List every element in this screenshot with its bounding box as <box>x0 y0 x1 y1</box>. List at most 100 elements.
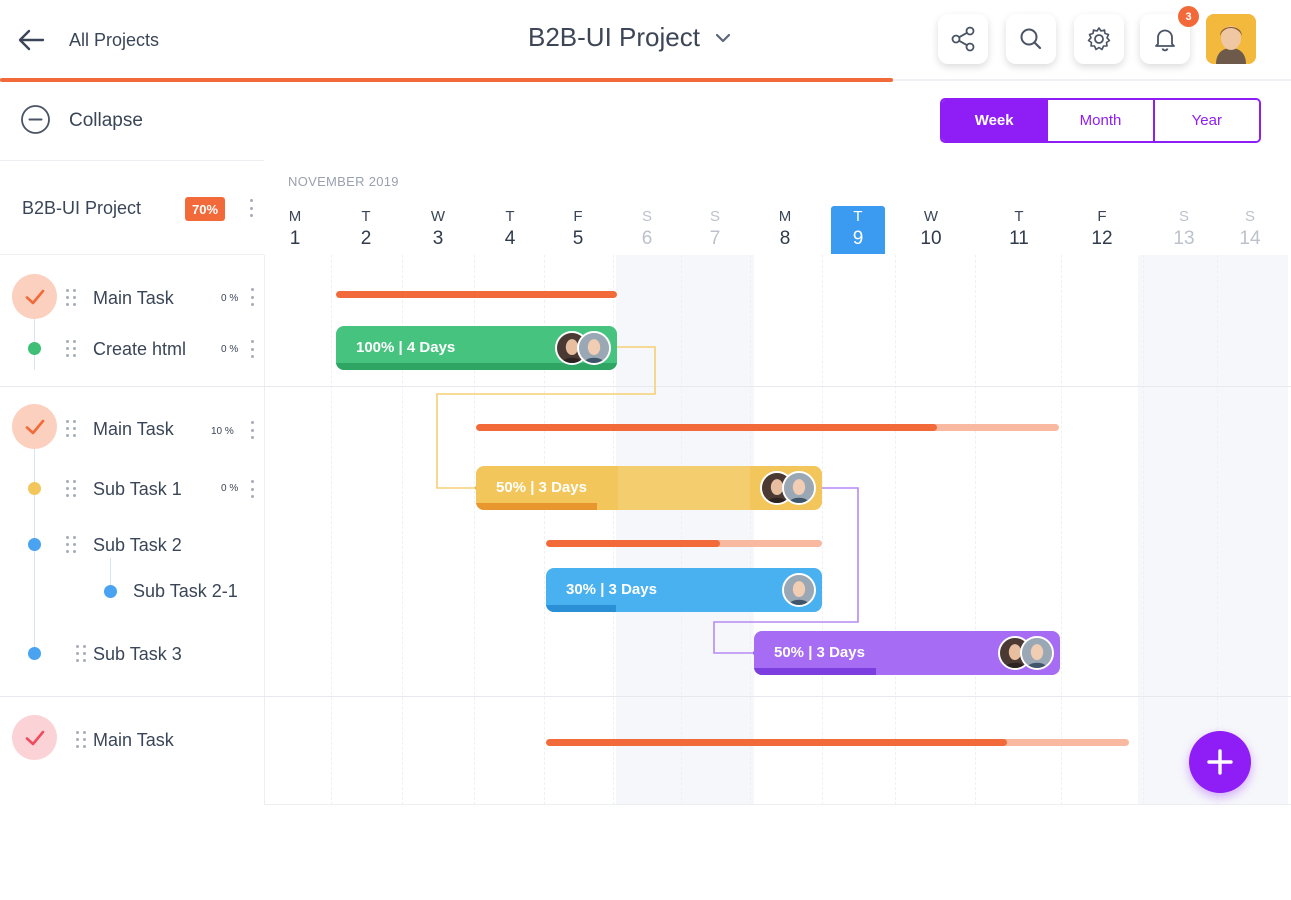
day-letter: F <box>573 208 583 225</box>
drag-handle-icon[interactable] <box>66 340 76 358</box>
task-name[interactable]: Sub Task 3 <box>93 644 182 665</box>
day-letter: W <box>430 208 446 225</box>
back-arrow-icon[interactable] <box>16 26 46 54</box>
add-task-button[interactable] <box>1189 731 1251 793</box>
drag-handle-icon[interactable] <box>66 289 76 307</box>
user-avatar[interactable] <box>1206 14 1256 64</box>
day-column-header[interactable]: M1 <box>268 206 322 254</box>
day-number: 6 <box>641 228 653 249</box>
bar-progress <box>476 503 598 510</box>
month-label: NOVEMBER 2019 <box>288 174 399 189</box>
status-dot <box>104 585 117 598</box>
task-name[interactable]: Main Task <box>93 419 174 440</box>
assignee-avatar[interactable] <box>782 471 816 505</box>
search-button[interactable] <box>1006 14 1056 64</box>
task-name[interactable]: Sub Task 2 <box>93 535 182 556</box>
sub-task-3-bar[interactable]: 50% | 3 Days <box>754 631 1060 675</box>
main-task-progress-line[interactable] <box>476 424 1059 431</box>
task-complete-toggle[interactable] <box>12 715 57 760</box>
task-menu-icon[interactable] <box>249 340 255 358</box>
day-number: 11 <box>1009 228 1029 249</box>
task-menu-icon[interactable] <box>249 288 255 306</box>
drag-handle-icon[interactable] <box>66 480 76 498</box>
project-switcher[interactable]: B2B-UI Project <box>528 22 734 53</box>
day-column-header[interactable]: S6 <box>620 206 674 254</box>
group-divider <box>0 386 1291 387</box>
task-menu-icon[interactable] <box>249 480 255 498</box>
assignees <box>998 636 1054 670</box>
check-icon <box>25 730 44 745</box>
bar-label: 30% | 3 Days <box>566 581 657 598</box>
settings-button[interactable] <box>1074 14 1124 64</box>
task-complete-toggle[interactable] <box>12 274 57 319</box>
day-column-header[interactable]: T4 <box>483 206 537 254</box>
share-button[interactable] <box>938 14 988 64</box>
day-column-header[interactable]: F5 <box>551 206 605 254</box>
assignee-avatar[interactable] <box>577 331 611 365</box>
day-column-header[interactable]: W 10 <box>904 206 958 254</box>
view-month-tab[interactable]: Month <box>1046 100 1153 141</box>
view-week-tab[interactable]: Week <box>942 100 1047 141</box>
day-column-header[interactable]: S 14 <box>1223 206 1277 254</box>
day-column-header[interactable]: T9 <box>831 206 885 254</box>
project-progress-bar <box>0 78 893 82</box>
day-number: 3 <box>432 228 444 249</box>
drag-handle-icon[interactable] <box>66 536 76 554</box>
project-progress-track <box>893 79 1291 81</box>
view-switcher: Week Month Year <box>940 98 1261 143</box>
bar-progress <box>546 605 617 612</box>
main-task-progress-line[interactable] <box>546 739 1129 746</box>
task-name[interactable]: Sub Task 2-1 <box>133 581 238 602</box>
task-name[interactable]: Create html <box>93 339 186 360</box>
day-number: 14 <box>1239 228 1261 249</box>
task-percent: 0 % <box>221 483 239 494</box>
task-menu-icon[interactable] <box>249 421 255 439</box>
notification-badge: 3 <box>1178 6 1199 27</box>
task-percent: 0 % <box>221 344 239 355</box>
group-divider <box>0 696 1291 697</box>
task-percent: 0 % <box>221 293 239 304</box>
sub-task-1-bar[interactable]: 50% | 3 Days <box>476 466 822 510</box>
day-column-header[interactable]: T2 <box>339 206 393 254</box>
day-column-header[interactable]: S7 <box>688 206 742 254</box>
drag-handle-icon[interactable] <box>76 645 86 663</box>
day-column-header[interactable]: M8 <box>758 206 812 254</box>
day-letter: S <box>1178 208 1189 225</box>
plus-icon <box>1207 749 1233 775</box>
task-name[interactable]: Main Task <box>93 288 174 309</box>
project-menu-icon[interactable] <box>248 199 254 217</box>
task-percent: 10 % <box>211 426 234 437</box>
day-number: 8 <box>779 228 791 249</box>
project-title: B2B-UI Project <box>528 22 700 52</box>
assignees <box>760 471 816 505</box>
day-column-header[interactable]: S 13 <box>1157 206 1211 254</box>
project-name: B2B-UI Project <box>22 198 142 218</box>
create-html-bar[interactable]: 100% | 4 Days <box>336 326 617 370</box>
day-column-header[interactable]: F 12 <box>1075 206 1129 254</box>
day-column-header[interactable]: W3 <box>411 206 465 254</box>
assignees <box>555 331 611 365</box>
task-name[interactable]: Sub Task 1 <box>93 479 182 500</box>
drag-handle-icon[interactable] <box>76 731 86 749</box>
task-name[interactable]: Main Task <box>93 730 174 751</box>
avatar-image <box>1206 14 1256 64</box>
task-complete-toggle[interactable] <box>12 404 57 449</box>
sub-task-2-progress-line[interactable] <box>546 540 822 547</box>
main-task-progress-line[interactable] <box>336 291 617 298</box>
day-letter: M <box>778 208 792 225</box>
view-year-tab[interactable]: Year <box>1152 100 1259 141</box>
all-projects-link[interactable]: All Projects <box>69 30 159 51</box>
day-letter: S <box>709 208 720 225</box>
day-column-header[interactable]: T 11 <box>992 206 1046 254</box>
assignee-avatar[interactable] <box>782 573 816 607</box>
assignee-avatar[interactable] <box>1020 636 1054 670</box>
progress-fill <box>546 540 720 547</box>
day-number: 13 <box>1173 228 1195 249</box>
collapse-icon[interactable] <box>20 104 51 135</box>
day-letter: S <box>641 208 652 225</box>
day-letter: T <box>505 208 515 225</box>
drag-handle-icon[interactable] <box>66 420 76 438</box>
collapse-button[interactable]: Collapse <box>69 110 143 132</box>
sub-task-2-1-bar[interactable]: 30% | 3 Days <box>546 568 822 612</box>
check-icon <box>25 289 44 304</box>
